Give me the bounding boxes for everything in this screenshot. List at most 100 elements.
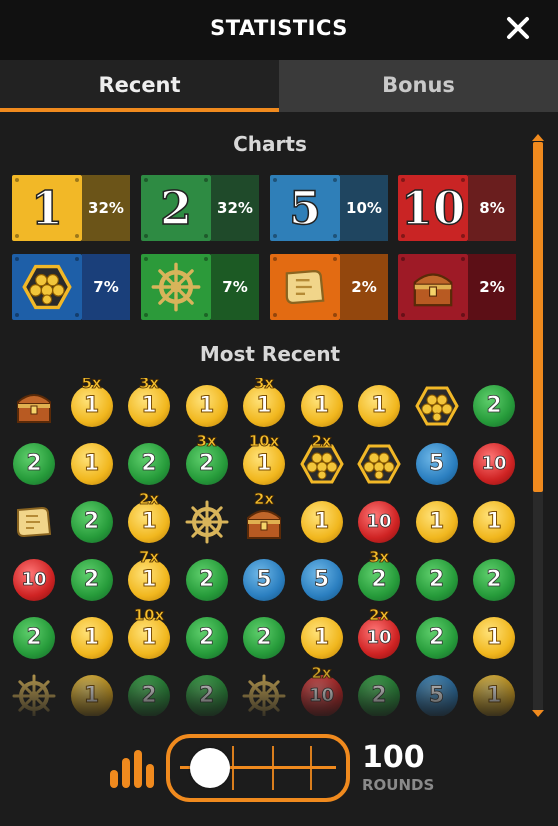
result-value: 2 bbox=[26, 451, 42, 477]
slider-knob[interactable] bbox=[190, 748, 230, 788]
result-coin: 5 bbox=[300, 559, 343, 601]
tab-recent[interactable]: Recent bbox=[0, 60, 279, 112]
result-value: 2 bbox=[198, 683, 215, 709]
tab-bonus[interactable]: Bonus bbox=[279, 60, 558, 112]
result-coin: 2 bbox=[70, 559, 113, 601]
recent-result: 2 bbox=[66, 552, 118, 606]
result-value: 1 bbox=[141, 509, 157, 535]
recent-result bbox=[8, 378, 60, 432]
chart-card-icon bbox=[141, 254, 211, 320]
result-coin: 2 bbox=[128, 675, 170, 716]
result-coin: 5 bbox=[415, 675, 458, 716]
header: STATISTICS bbox=[0, 0, 558, 60]
result-value: 10 bbox=[308, 685, 335, 707]
multiplier-badge: 3x bbox=[138, 378, 160, 392]
rivet bbox=[273, 234, 277, 238]
recent-result: 2 bbox=[181, 668, 233, 716]
multiplier-badge: 2x bbox=[311, 432, 332, 451]
recent-result: 1 bbox=[66, 436, 118, 490]
rivet bbox=[273, 313, 277, 317]
result-value: 1 bbox=[486, 509, 502, 535]
scroll-up-arrow-icon[interactable] bbox=[532, 134, 544, 141]
treasure-map-icon bbox=[12, 500, 56, 544]
recent-result: 2 bbox=[468, 552, 520, 606]
rivet bbox=[273, 257, 277, 261]
chart-card-percent: 8% bbox=[468, 175, 516, 241]
result-coin: 1 bbox=[358, 385, 400, 427]
result-coin: 1 bbox=[473, 675, 515, 716]
rivet bbox=[333, 257, 337, 261]
chart-card-percent: 7% bbox=[82, 254, 130, 320]
recent-result: 1 10x bbox=[123, 606, 175, 664]
slider-tick bbox=[310, 746, 312, 790]
rivet bbox=[333, 234, 337, 238]
chart-card: 2% bbox=[398, 254, 516, 320]
result-value: 5 bbox=[256, 567, 272, 593]
rivet bbox=[333, 313, 337, 317]
result-coin: 1 bbox=[415, 501, 458, 543]
result-coin: 2 bbox=[473, 385, 515, 427]
recent-result: 1 bbox=[468, 494, 520, 548]
chart-card-percent: 32% bbox=[211, 175, 259, 241]
scrollbar[interactable] bbox=[528, 134, 548, 718]
result-value: 1 bbox=[313, 625, 330, 651]
coin-flip-icon bbox=[22, 262, 72, 312]
rivet bbox=[75, 234, 79, 238]
multiplier-badge: 7x bbox=[138, 548, 160, 567]
close-icon[interactable] bbox=[502, 12, 534, 44]
scroll-down-arrow-icon[interactable] bbox=[532, 710, 544, 717]
chart-card: 2 32% bbox=[141, 175, 259, 241]
chart-card-percent: 2% bbox=[340, 254, 388, 320]
rivet bbox=[401, 313, 405, 317]
result-value: 2 bbox=[428, 625, 445, 651]
result-value: 5 bbox=[428, 451, 445, 477]
result-value: 2 bbox=[141, 683, 157, 709]
recent-result bbox=[8, 494, 60, 548]
result-coin: 2 bbox=[128, 443, 170, 485]
result-coin: 10 bbox=[358, 501, 400, 543]
result-coin: 2 bbox=[358, 675, 400, 716]
recent-result: 2 3x bbox=[181, 432, 233, 490]
result-value: 1 bbox=[141, 625, 157, 651]
statistics-panel: STATISTICS Recent Bonus Charts 1 32% 2 32% 5… bbox=[0, 0, 558, 826]
recent-result: 2x bbox=[238, 490, 290, 548]
ship-wheel-icon bbox=[242, 674, 286, 716]
recent-result: 2 bbox=[8, 610, 60, 664]
result-coin: 1 bbox=[70, 675, 113, 716]
result-value: 1 bbox=[486, 683, 502, 709]
recent-result: 2 bbox=[66, 494, 118, 548]
result-value: 1 bbox=[486, 625, 502, 651]
chart-card-percent: 7% bbox=[211, 254, 259, 320]
scroll-thumb[interactable] bbox=[533, 142, 543, 492]
result-value: 1 bbox=[83, 625, 100, 651]
chart-card: 2% bbox=[270, 254, 388, 320]
result-coin: 2 bbox=[415, 559, 458, 601]
recent-result: 1 bbox=[468, 668, 520, 716]
recent-result: 2 bbox=[411, 610, 463, 664]
result-value: 10 bbox=[366, 511, 392, 533]
multiplier-badge: 10x bbox=[133, 606, 165, 625]
recent-result bbox=[353, 436, 405, 490]
rounds-slider[interactable] bbox=[166, 734, 350, 802]
rivet bbox=[461, 257, 465, 261]
chart-card: 1 32% bbox=[12, 175, 130, 241]
rivet bbox=[75, 257, 79, 261]
rivet bbox=[144, 178, 148, 182]
rivet bbox=[461, 178, 465, 182]
segment-number: 1 bbox=[30, 180, 64, 236]
rivet bbox=[144, 313, 148, 317]
result-value: 1 bbox=[428, 509, 445, 535]
result-value: 2 bbox=[198, 451, 215, 477]
recent-result bbox=[181, 494, 233, 548]
result-coin: 2 bbox=[473, 559, 515, 601]
result-value: 10 bbox=[366, 627, 392, 649]
tab-bar: Recent Bonus bbox=[0, 60, 558, 112]
result-value: 1 bbox=[141, 567, 157, 593]
recent-result: 10 2x bbox=[296, 664, 348, 716]
result-value: 1 bbox=[313, 509, 330, 535]
result-coin: 1 bbox=[70, 443, 113, 485]
result-value: 5 bbox=[428, 683, 445, 709]
rivet bbox=[461, 234, 465, 238]
recent-result: 1 bbox=[296, 378, 348, 432]
recent-result: 1 bbox=[66, 668, 118, 716]
